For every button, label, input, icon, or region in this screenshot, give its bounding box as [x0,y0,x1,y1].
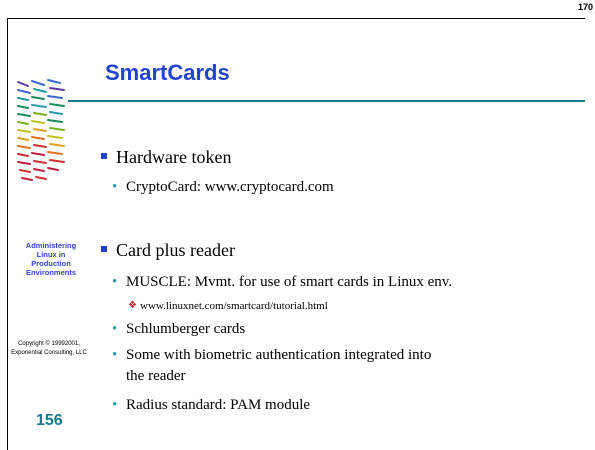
slide-frame-left [7,18,8,450]
dot-bullet-icon: • [112,274,118,290]
sub-bullet-item: • MUSCLE: Mvmt. for use of smart cards i… [112,272,453,293]
course-title-line: Linux in [36,250,66,259]
sub-bullet-text-line: Some with biometric authentication integ… [126,347,432,363]
sub-bullet-text-line: the reader [126,368,186,384]
course-title-line: Environments [25,268,76,277]
slide-title: SmartCards [105,60,230,85]
diamond-bullet-icon: ❖ [128,300,137,311]
square-bullet-icon [101,153,107,159]
sub-bullet-text: Schlumberger cards [126,321,246,337]
dot-bullet-icon: • [112,179,118,195]
sub-bullet-item: • CryptoCard: www.cryptocard.com [112,177,334,198]
bullet-item: Hardware token [101,147,232,168]
title-rule [68,100,585,102]
sub-bullet-text: CryptoCard: www.cryptocard.com [126,179,334,195]
decorative-logo [17,79,65,181]
course-title-line: Production [31,259,71,268]
sub-bullet-text: Radius standard: PAM module [126,397,311,413]
sub-bullet-item: • Schlumberger cards [112,319,246,340]
dot-bullet-icon: • [112,397,118,413]
bullet-text: Hardware token [116,147,232,167]
copyright-line: Exponential Consulting, LLC [11,350,87,356]
bullet-item: Card plus reader [101,240,235,261]
copyright-line: Copyright © 19992001, [18,341,80,347]
bullet-text: Card plus reader [116,240,235,260]
sub-bullet-text: MUSCLE: Mvmt. for use of smart cards in … [126,274,453,290]
dot-bullet-icon: • [112,347,118,363]
sub-bullet-item: • Some with biometric authentication int… [112,345,432,387]
page-number: 170 [577,2,593,12]
sub-sub-bullet-item: ❖ www.linuxnet.com/smartcard/tutorial.ht… [128,300,328,312]
copyright-notice: Copyright © 19992001, Exponential Consul… [4,340,94,358]
slide-number: 156 [36,412,63,429]
slide-frame-top [7,18,585,19]
link-text: www.linuxnet.com/smartcard/tutorial.html [140,300,328,312]
square-bullet-icon [101,246,107,252]
course-title-line: Administering [25,241,77,250]
sub-bullet-item: • Radius standard: PAM module [112,395,311,416]
dot-bullet-icon: • [112,321,118,337]
course-title: Administering Linux in Production Enviro… [12,241,90,277]
